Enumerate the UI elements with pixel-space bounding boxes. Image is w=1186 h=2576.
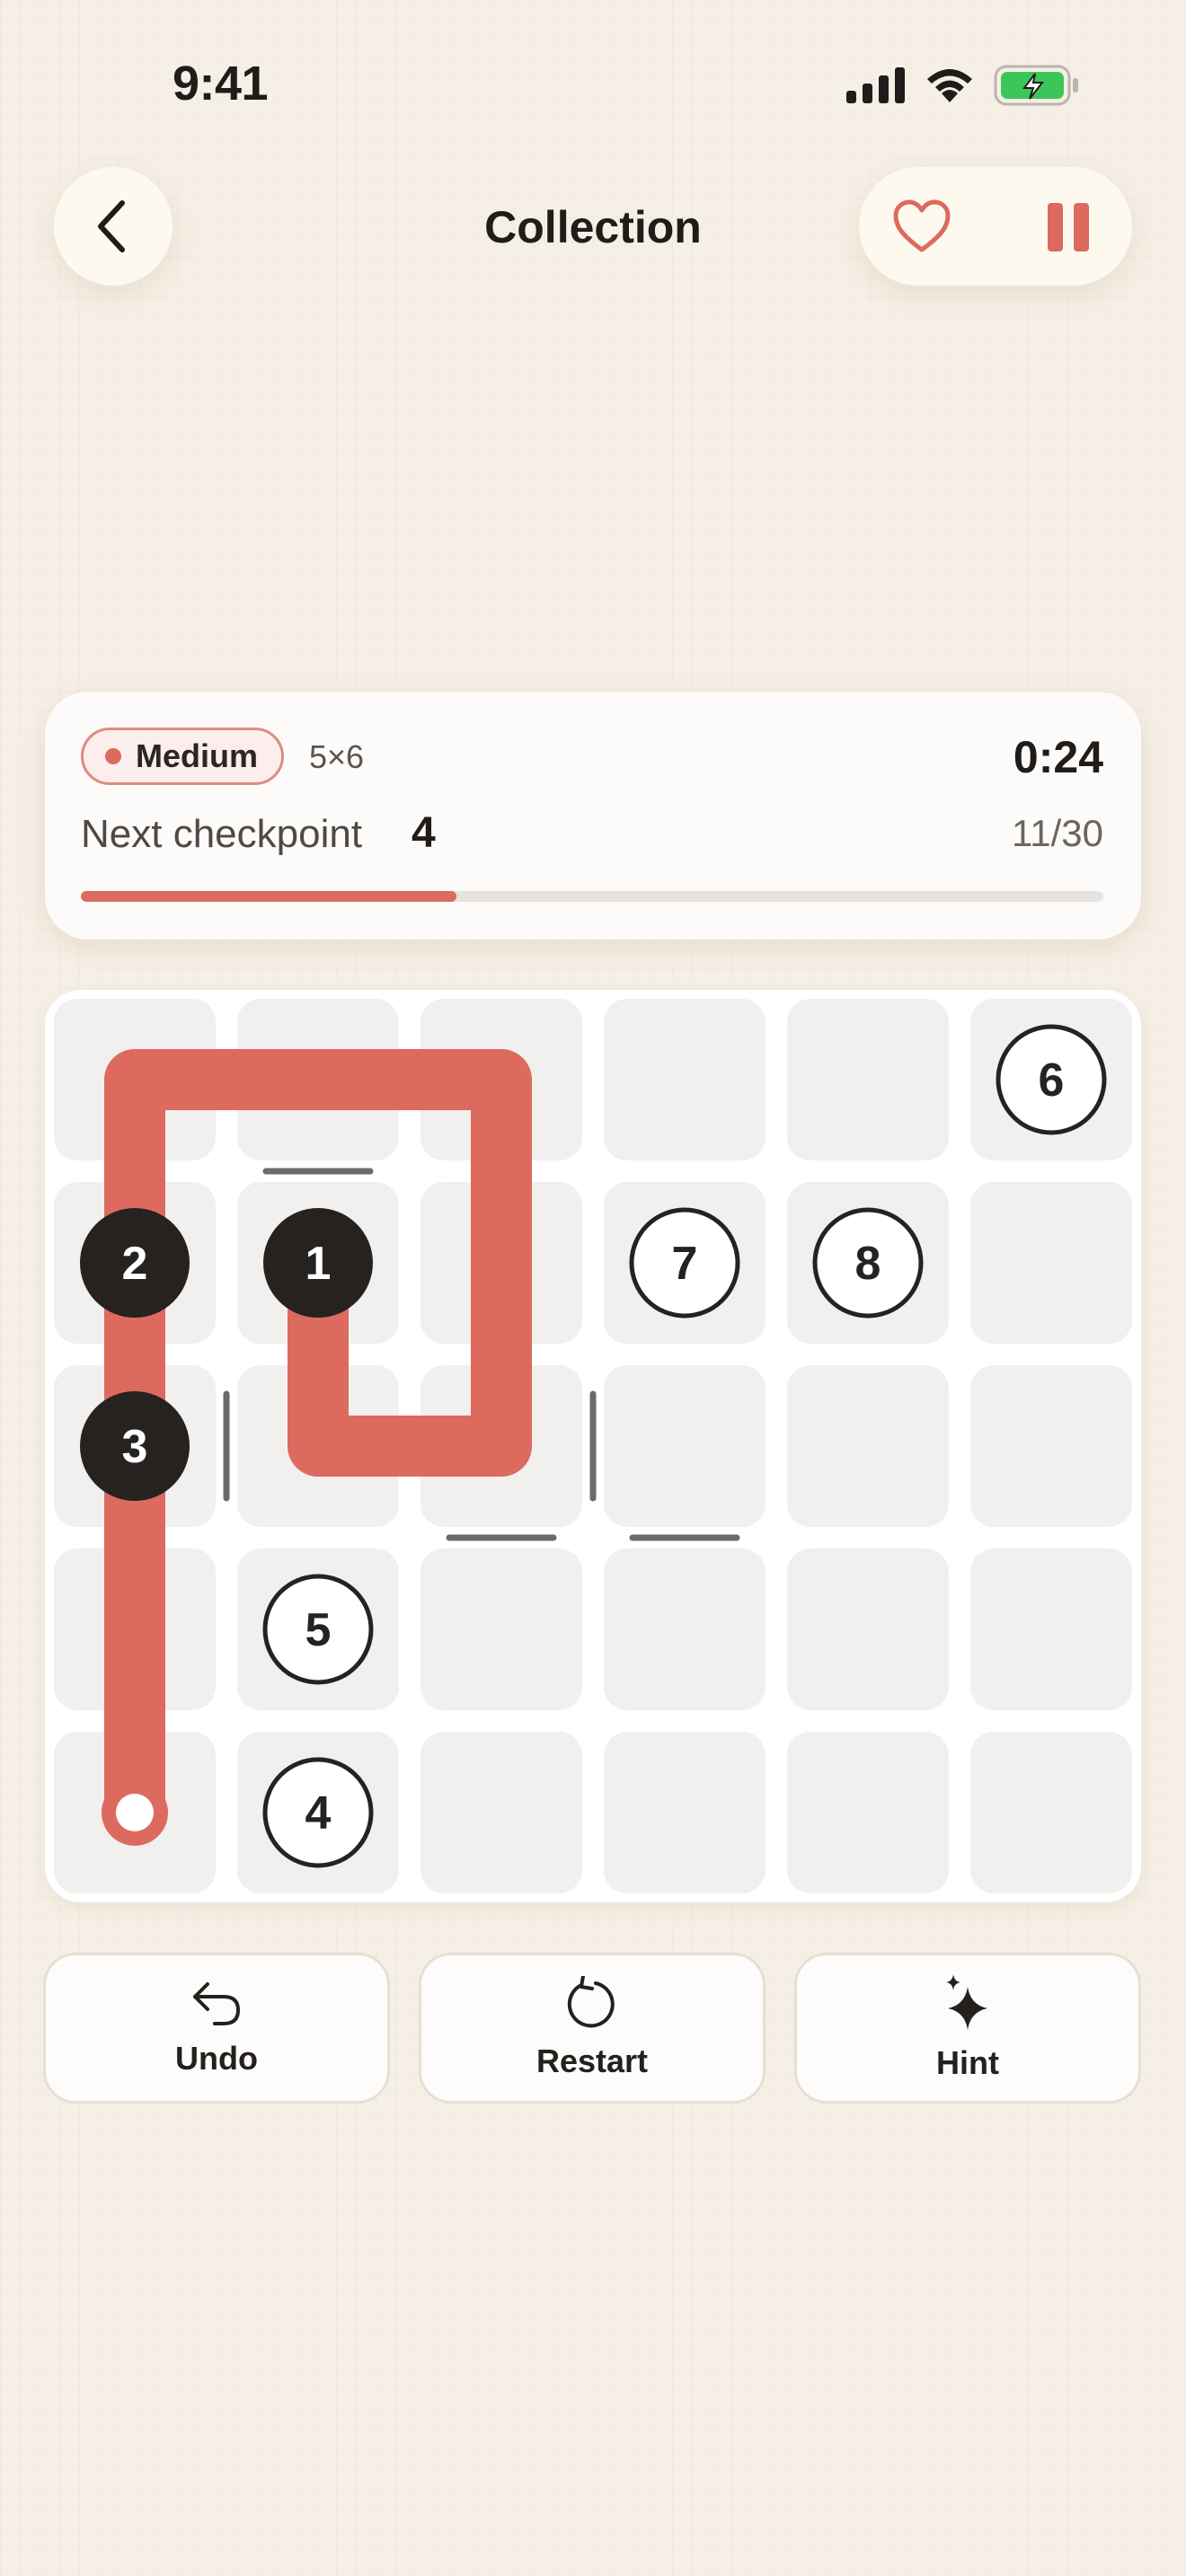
grid-size-label: 5×6 — [309, 738, 365, 775]
checkpoint-label: 3 — [122, 1421, 148, 1473]
progress-count: 11/30 — [1012, 812, 1103, 854]
checkpoint-label: 8 — [855, 1238, 881, 1290]
checkpoint-label: 4 — [305, 1787, 332, 1839]
grid-cell[interactable] — [604, 1548, 766, 1710]
grid-cell[interactable] — [970, 1732, 1132, 1893]
puzzle-info-card: Medium 5×6 0:24 Next checkpoint 4 11/30 — [45, 692, 1141, 940]
progress-bar — [81, 891, 1103, 902]
grid-cell[interactable] — [970, 1182, 1132, 1344]
status-time: 9:41 — [173, 57, 269, 110]
checkpoint-label: 5 — [305, 1604, 332, 1656]
wifi-icon — [927, 69, 972, 102]
undo-label: Undo — [175, 2040, 258, 2077]
grid-cell[interactable] — [787, 999, 949, 1160]
board-grid[interactable]: 6 2 1 7 8 3 5 4 — [45, 990, 1141, 1902]
timer: 0:24 — [1013, 732, 1103, 782]
undo-icon — [193, 1982, 241, 2025]
grid-cell[interactable] — [970, 1365, 1132, 1527]
hint-button[interactable]: Hint — [794, 1953, 1141, 2104]
difficulty-badge: Medium — [81, 728, 285, 785]
grid-cell[interactable] — [604, 1365, 766, 1527]
grid-cell[interactable] — [787, 1365, 949, 1527]
next-checkpoint-label: Next checkpoint — [81, 812, 363, 856]
path-head-dot — [116, 1794, 154, 1831]
grid-cell[interactable] — [420, 1732, 582, 1893]
checkpoint-label: 1 — [305, 1238, 332, 1290]
header-actions — [859, 167, 1132, 286]
grid-cell[interactable] — [970, 1548, 1132, 1710]
grid-cell[interactable] — [604, 1732, 766, 1893]
pause-icon — [1048, 203, 1063, 251]
grid-cell[interactable] — [420, 1548, 582, 1710]
checkpoint-label: 6 — [1039, 1054, 1065, 1107]
pause-button[interactable] — [1048, 203, 1091, 251]
restart-button[interactable]: Restart — [419, 1953, 766, 2104]
restart-icon — [567, 1976, 615, 2028]
status-icons — [846, 65, 1080, 106]
undo-button[interactable]: Undo — [43, 1953, 390, 2104]
next-checkpoint-value: 4 — [412, 809, 436, 857]
signal-icon — [846, 67, 905, 103]
grid-cell[interactable] — [787, 1548, 949, 1710]
restart-label: Restart — [535, 2042, 649, 2079]
favorite-button[interactable] — [893, 198, 951, 255]
progress-bar-fill — [81, 891, 456, 902]
grid-cell[interactable] — [604, 999, 766, 1160]
difficulty-label: Medium — [136, 737, 259, 774]
battery-icon — [994, 65, 1078, 106]
sparkle-icon — [946, 1974, 987, 2030]
checkpoint-label: 7 — [672, 1238, 698, 1290]
grid-cell[interactable] — [787, 1732, 949, 1893]
hint-label: Hint — [936, 2044, 999, 2081]
puzzle-board[interactable]: 6 2 1 7 8 3 5 4 — [45, 990, 1141, 1902]
checkpoint-label: 2 — [122, 1238, 148, 1290]
heart-icon — [893, 199, 951, 252]
difficulty-dot — [105, 748, 121, 764]
